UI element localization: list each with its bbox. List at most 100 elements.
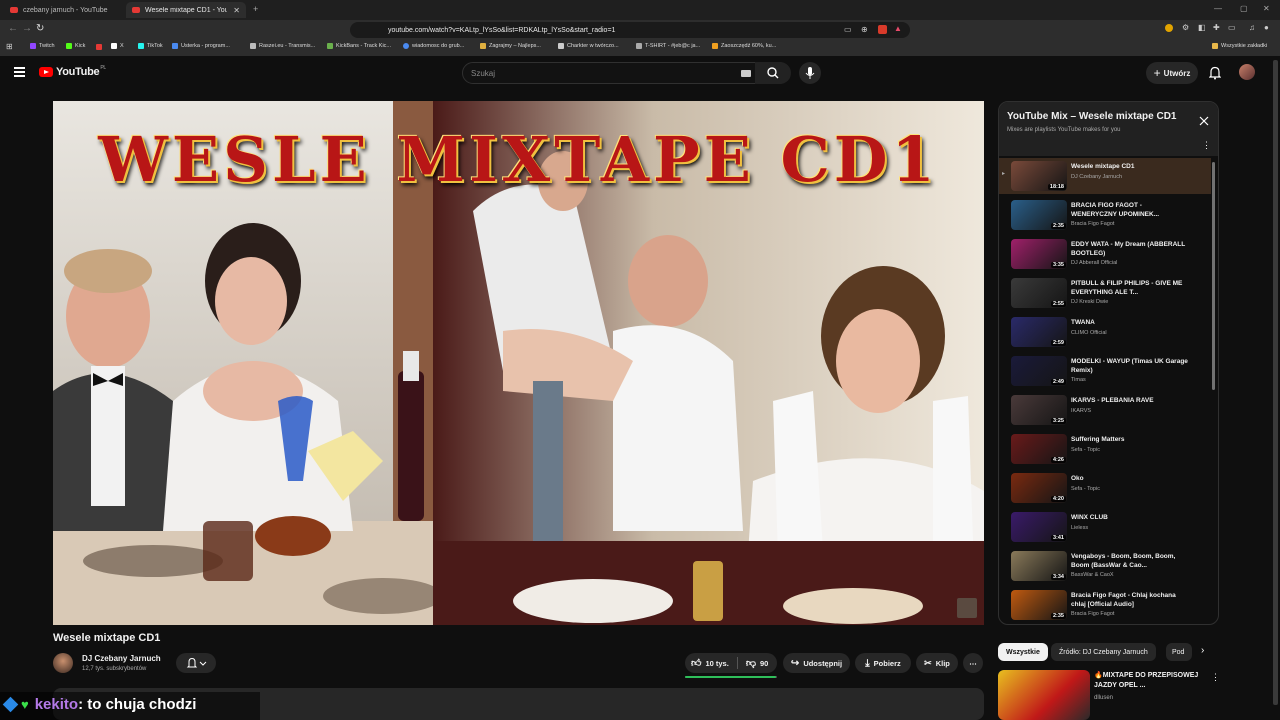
extensions-puzzle-icon[interactable]: ✚ (1213, 23, 1220, 32)
extension-icon[interactable] (1165, 24, 1173, 32)
plus-icon: + (1153, 66, 1161, 80)
chip-all[interactable]: Wszystkie (998, 643, 1048, 661)
playlist-item[interactable]: 2:35 BRACIA FIGO FAGOT - WENERYCZNY UPOMI… (999, 197, 1211, 233)
more-options-icon[interactable]: ⋮ (1202, 140, 1211, 151)
close-icon[interactable] (1199, 116, 1209, 126)
zoom-icon[interactable]: ⊕ (861, 25, 868, 34)
video-player[interactable]: WESLE MIXTAPE CD1 (53, 101, 984, 625)
chevron-right-icon[interactable]: › (1201, 645, 1204, 656)
bookmark-item[interactable]: wiadomosc do grub... (403, 43, 464, 49)
subscribed-button[interactable] (176, 653, 216, 673)
recommendation-thumbnail[interactable] (998, 670, 1090, 720)
playlist-item[interactable]: ▸ 18:18 Wesele mixtape CD1 DJ Czebany Jarnu… (999, 158, 1211, 194)
voice-search-button[interactable] (799, 62, 821, 84)
playlist-item[interactable]: 4:20 Oko Sefa - Topic (999, 470, 1211, 506)
like-button[interactable]: 👍︎ 10 tys. (691, 657, 729, 669)
search-input[interactable]: Szukaj (462, 62, 790, 84)
rewards-icon[interactable]: ▲ (894, 24, 902, 33)
playlist-item[interactable]: 3:25 IKARVS - PLEBANIA RAVE IKARVS (999, 392, 1211, 428)
bell-icon (186, 657, 207, 668)
forward-icon[interactable]: → (22, 23, 32, 34)
thumbs-down-icon: 👎︎ (745, 658, 756, 669)
address-bar[interactable]: youtube.com/watch?v=KALtp_lYsSo&list=RDK… (350, 22, 910, 38)
bell-icon (1209, 66, 1221, 80)
chip-more[interactable]: Pod (1166, 643, 1192, 661)
media-icon[interactable]: ♫ (1249, 23, 1255, 32)
all-bookmarks-folder[interactable]: Wszystkie zakładki (1212, 43, 1267, 49)
playlist-item[interactable]: 4:26 Suffering Matters Sefa - Topic (999, 431, 1211, 467)
bookmark-favicon-icon (327, 43, 333, 49)
back-icon[interactable]: ← (8, 23, 18, 34)
more-options-icon: ⋯ (969, 658, 977, 668)
search-button[interactable] (755, 62, 791, 84)
bookmark-item[interactable]: KickBans - Track Kic... (327, 43, 391, 49)
apps-grid-icon[interactable]: ⊞ (6, 42, 13, 51)
avatar[interactable] (1239, 64, 1255, 80)
channel-name[interactable]: DJ Czebany Jarnuch (82, 654, 161, 663)
playlist-item-channel: DJ Kreski Dwie (1071, 299, 1109, 305)
reload-icon[interactable]: ↻ (36, 23, 44, 34)
playlist-item[interactable]: 2:35 Bracia Figo Fagot - Chlaj kochana ch… (999, 587, 1211, 623)
new-tab-icon[interactable]: + (253, 4, 258, 14)
page-scrollbar[interactable] (1273, 60, 1278, 705)
recommendation-title[interactable]: 🔥MIXTAPE DO PRZEPISOWEJ JAZDY OPEL ... (1094, 671, 1204, 691)
playlist-item-channel: Timas (1071, 377, 1086, 383)
create-button[interactable]: + Utwórz (1146, 62, 1198, 84)
clip-button[interactable]: ✂ Klip (916, 653, 958, 673)
browser-tab[interactable]: czebany jarnuch - YouTube (4, 2, 122, 18)
mix-title: YouTube Mix – Wesele mixtape CD1 (1007, 111, 1177, 122)
bookmark-item[interactable]: T-SHIRT - #jeb@c ja... (636, 43, 700, 49)
bookmark-item[interactable]: TikTok (138, 43, 163, 49)
youtube-bookmark-icon[interactable] (96, 44, 102, 50)
bookmark-item[interactable]: Twitch (30, 43, 55, 49)
bookmark-item[interactable]: Charkter w twórczo... (558, 43, 619, 49)
mix-list: ▸ 18:18 Wesele mixtape CD1 DJ Czebany Jarnu… (999, 158, 1211, 624)
share-icon: ↪ (790, 657, 800, 669)
bookmark-favicon-icon (172, 43, 178, 49)
bookmark-item[interactable]: Kick (66, 43, 85, 49)
bookmark-item[interactable]: Raszei.eu - Transmis... (250, 43, 315, 49)
chip-source[interactable]: Źródło: DJ Czebany Jarnuch (1051, 643, 1156, 661)
playlist-item[interactable]: 2:59 TWANA CLIMO Official (999, 314, 1211, 350)
channel-avatar[interactable] (53, 653, 73, 673)
playlist-item-channel: CLIMO Official (1071, 330, 1107, 336)
bookmark-favicon-icon (403, 43, 409, 49)
bookmark-item[interactable]: Usterka - program... (172, 43, 230, 49)
scrollbar[interactable] (1212, 162, 1215, 390)
maximize-icon[interactable]: ▢ (1240, 4, 1248, 13)
extension-icon[interactable]: ⚙ (1182, 23, 1189, 32)
more-options-icon[interactable]: ⋮ (1211, 672, 1220, 683)
close-tab-icon[interactable]: ✕ (233, 6, 240, 15)
bookmarks-bar: ⊞ Twitch Kick X TikTok Usterka - program… (0, 40, 1280, 56)
playlist-item[interactable]: 2:49 MODELKI - WAYUP (Timas UK Garage Rem… (999, 353, 1211, 389)
playlist-item-channel: Sefa - Topic (1071, 447, 1100, 453)
dislike-button[interactable]: 👎︎ 90 (746, 657, 769, 669)
sidebar-icon[interactable]: ▭ (1228, 23, 1236, 32)
heart-icon: ♥ (21, 697, 29, 712)
extension-icon[interactable]: ◧ (1198, 23, 1206, 32)
menu-icon[interactable] (14, 67, 25, 77)
share-button[interactable]: ↪ Udostępnij (783, 653, 850, 673)
youtube-logo[interactable]: YouTube PL (39, 65, 106, 78)
profile-icon[interactable]: ● (1264, 23, 1269, 32)
download-button[interactable]: ⤓ Pobierz (855, 653, 911, 673)
install-app-icon[interactable]: ▭ (844, 25, 852, 34)
bookmark-item[interactable]: X (111, 43, 124, 49)
brave-shield-icon[interactable] (878, 25, 887, 34)
close-window-icon[interactable]: ✕ (1263, 4, 1270, 13)
bookmark-item[interactable]: Zagrajmy – Najleps... (480, 43, 541, 49)
browser-tab-active[interactable]: Wesele mixtape CD1 - YouTube ✕ (126, 2, 246, 18)
channel-watermark[interactable] (957, 598, 977, 618)
playlist-item[interactable]: 3:35 EDDY WATA - My Dream (ABBERALL BOOTL… (999, 236, 1211, 272)
minimize-icon[interactable]: — (1214, 4, 1222, 13)
duration-badge: 2:49 (1050, 379, 1066, 385)
bookmark-item[interactable]: Zaoszczędź 60%, ku... (712, 43, 776, 49)
playlist-item-thumbnail: 3:41 (1011, 512, 1067, 542)
more-actions-button[interactable]: ⋯ (963, 653, 983, 673)
like-dislike-group: 👍︎ 10 tys. 👎︎ 90 (685, 653, 777, 673)
playlist-item[interactable]: 3:41 WINX CLUB Lieless (999, 509, 1211, 545)
keyboard-icon[interactable] (741, 70, 751, 77)
notifications-button[interactable] (1209, 66, 1221, 80)
playlist-item[interactable]: 2:55 PITBULL & FILIP PHILIPS - GIVE ME EV… (999, 275, 1211, 311)
playlist-item[interactable]: 3:34 Vengaboys - Boom, Boom, Boom, Boom (… (999, 548, 1211, 584)
